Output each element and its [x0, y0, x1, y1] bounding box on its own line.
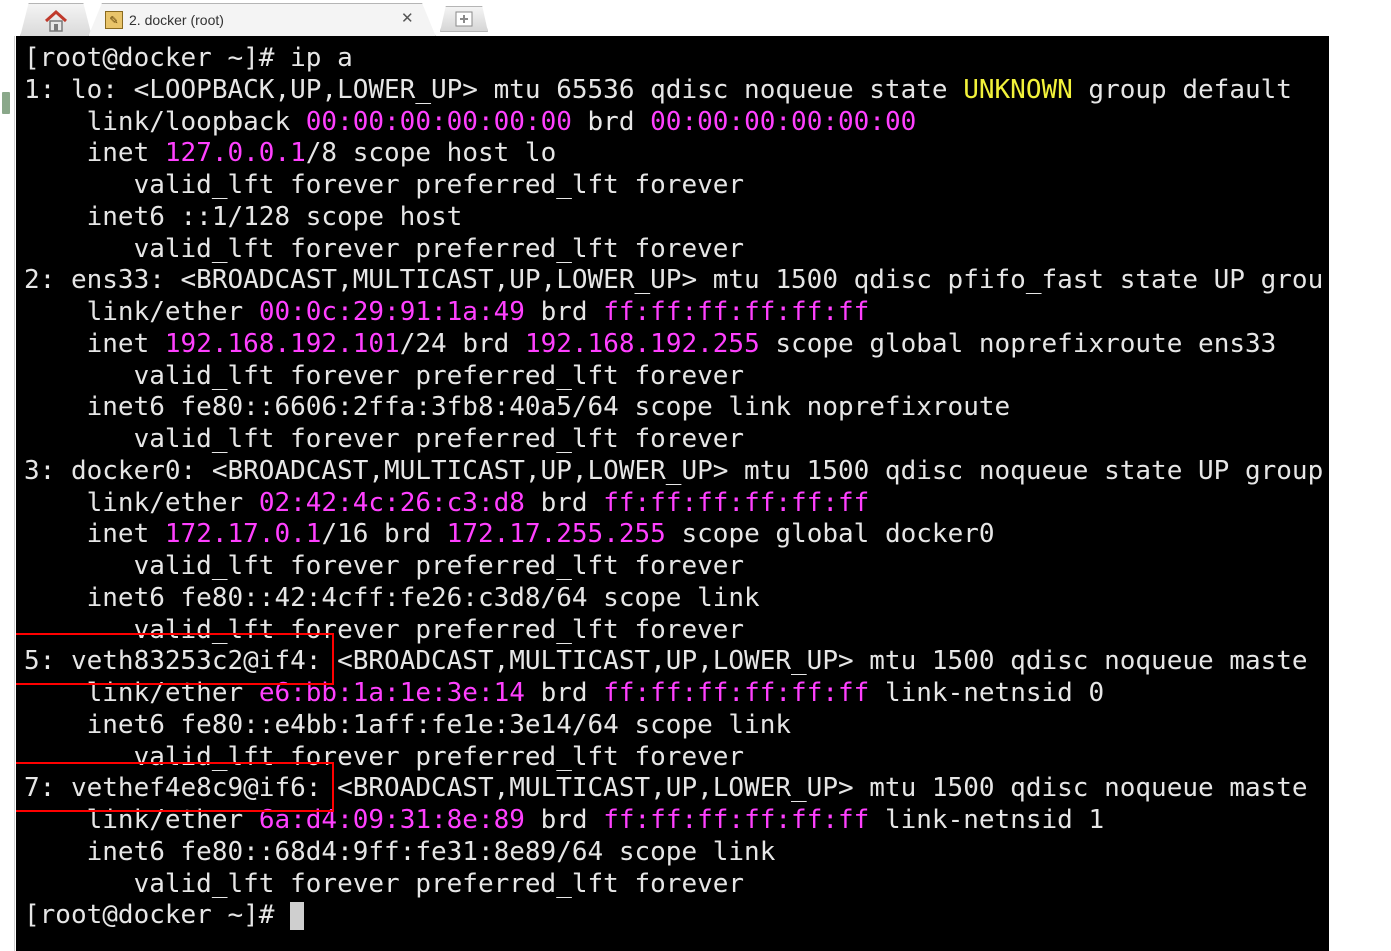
terminal-line: 2: ens33: <BROADCAST,MULTICAST,UP,LOWER_…	[24, 264, 1323, 296]
address-value: 00:00:00:00:00:00	[305, 106, 572, 137]
terminal-line: [root@docker ~]#	[24, 899, 305, 931]
terminal-text: link/ether	[24, 297, 259, 327]
tab-bar: ✎ 2. docker (root) ✕	[0, 0, 1391, 37]
terminal-text: link-netnsid 1	[869, 805, 1105, 835]
new-tab-button[interactable]	[440, 6, 488, 32]
terminal-text: group default	[1072, 74, 1308, 105]
highlight-vethef4e8c9	[16, 762, 334, 812]
terminal-line: link/ether 00:0c:29:91:1a:49 brd ff:ff:f…	[24, 296, 870, 328]
terminal-text: /16 brd	[321, 519, 447, 550]
terminal-text: valid_lft forever preferred_lft forever	[24, 233, 745, 264]
address-value: 192.168.192.101	[164, 328, 400, 359]
terminal-text: valid_lft forever preferred_lft forever	[24, 551, 745, 581]
terminal-text: inet6 ::1/128 scope host	[24, 201, 463, 232]
terminal-text: scope global docker0	[665, 519, 995, 550]
home-tab[interactable]	[20, 3, 92, 37]
address-value: 127.0.0.1	[164, 138, 306, 169]
terminal-line: inet 192.168.192.101/24 brd 192.168.192.…	[24, 328, 1277, 360]
terminal-text: inet6 fe80::6606:2ffa:3fb8:40a5/64 scope…	[24, 392, 1011, 423]
terminal-text: inet6 fe80::68d4:9ff:fe31:8e89/64 scope …	[24, 836, 776, 867]
terminal-text: scope global noprefixroute ens33	[759, 328, 1277, 359]
terminal-line: 3: docker0: <BROADCAST,MULTICAST,UP,LOWE…	[24, 455, 1323, 487]
terminal-text: inet6 fe80::e4bb:1aff:fe1e:3e14/64 scope…	[24, 709, 792, 740]
terminal-text: [root@docker ~]# ip a	[24, 43, 353, 73]
terminal-text: link-netnsid 0	[869, 678, 1105, 708]
highlight-veth83253c2	[16, 633, 334, 685]
side-panel	[0, 36, 15, 951]
terminal-line: inet6 fe80::e4bb:1aff:fe1e:3e14/64 scope…	[24, 709, 791, 741]
terminal-line: valid_lft forever preferred_lft forever	[24, 360, 745, 392]
terminal-text: /8 scope host lo	[305, 138, 557, 169]
state-value: UNKNOWN	[963, 74, 1073, 105]
terminal-line: link/ether 02:42:4c:26:c3:d8 brd ff:ff:f…	[24, 487, 870, 519]
terminal-text: brd	[524, 487, 604, 518]
plus-icon	[455, 11, 473, 27]
terminal-text: link/loopback	[24, 106, 306, 137]
terminal-text: valid_lft forever preferred_lft forever	[24, 424, 745, 454]
terminal-window[interactable]: [root@docker ~]# ip a 1: lo: <LOOPBACK,UP…	[16, 36, 1329, 951]
terminal-text: brd	[524, 678, 604, 708]
tab-session[interactable]: ✎ 2. docker (root) ✕	[88, 3, 436, 37]
terminal-line: inet6 fe80::42:4cff:fe26:c3d8/64 scope l…	[24, 582, 760, 614]
terminal-text: valid_lft forever preferred_lft forever	[24, 170, 745, 200]
terminal-text: /24 brd	[399, 328, 525, 359]
address-value: ff:ff:ff:ff:ff:ff	[603, 297, 870, 327]
terminal-line: valid_lft forever preferred_lft forever	[24, 868, 745, 900]
terminal-text: [root@docker ~]#	[24, 900, 291, 931]
terminal-line: [root@docker ~]# ip a	[24, 42, 353, 74]
terminal-text: brd	[571, 106, 651, 137]
address-value: 172.17.0.1	[164, 519, 322, 550]
address-value: 172.17.255.255	[446, 519, 666, 550]
terminal-text: valid_lft forever preferred_lft forever	[24, 868, 745, 899]
terminal-text: link/ether	[24, 487, 259, 518]
terminal-line: valid_lft forever preferred_lft forever	[24, 423, 745, 455]
terminal-cursor	[290, 901, 305, 930]
close-icon[interactable]: ✕	[401, 9, 414, 27]
address-value: 00:00:00:00:00:00	[650, 106, 917, 137]
terminal-text: 2: ens33: <BROADCAST,MULTICAST,UP,LOWER_…	[24, 265, 1324, 296]
address-value: ff:ff:ff:ff:ff:ff	[603, 487, 870, 518]
terminal-line: inet 127.0.0.1/8 scope host lo	[24, 137, 557, 169]
address-value: 192.168.192.255	[524, 328, 760, 359]
terminal-line: inet 172.17.0.1/16 brd 172.17.255.255 sc…	[24, 518, 995, 550]
address-value: ff:ff:ff:ff:ff:ff	[603, 678, 870, 708]
terminal-line: valid_lft forever preferred_lft forever	[24, 550, 745, 582]
terminal-line: 1: lo: <LOOPBACK,UP,LOWER_UP> mtu 65536 …	[24, 74, 1308, 106]
terminal-line: link/loopback 00:00:00:00:00:00 brd 00:0…	[24, 106, 917, 138]
wrench-icon: ✎	[105, 11, 123, 29]
address-value: 02:42:4c:26:c3:d8	[258, 487, 525, 518]
terminal-text: brd	[524, 805, 604, 835]
terminal-text: valid_lft forever preferred_lft forever	[24, 360, 745, 391]
address-value: 00:0c:29:91:1a:49	[258, 297, 525, 327]
terminal-line: inet6 fe80::6606:2ffa:3fb8:40a5/64 scope…	[24, 391, 1011, 423]
terminal-text: brd	[524, 297, 604, 327]
address-value: ff:ff:ff:ff:ff:ff	[603, 805, 870, 835]
status-indicator	[2, 92, 10, 114]
terminal-text: inet	[24, 328, 165, 359]
terminal-text: inet6 fe80::42:4cff:fe26:c3d8/64 scope l…	[24, 582, 760, 613]
terminal-line: inet6 ::1/128 scope host	[24, 201, 463, 233]
terminal-line: valid_lft forever preferred_lft forever	[24, 169, 745, 201]
terminal-text: inet	[24, 519, 165, 550]
terminal-line: inet6 fe80::68d4:9ff:fe31:8e89/64 scope …	[24, 836, 776, 868]
tab-title: 2. docker (root)	[129, 12, 224, 28]
terminal-text: inet	[24, 138, 165, 169]
terminal-text: 1: lo: <LOOPBACK,UP,LOWER_UP> mtu 65536 …	[24, 74, 964, 105]
terminal-text: 3: docker0: <BROADCAST,MULTICAST,UP,LOWE…	[24, 455, 1324, 486]
home-icon	[44, 9, 68, 32]
terminal-line: valid_lft forever preferred_lft forever	[24, 233, 745, 265]
